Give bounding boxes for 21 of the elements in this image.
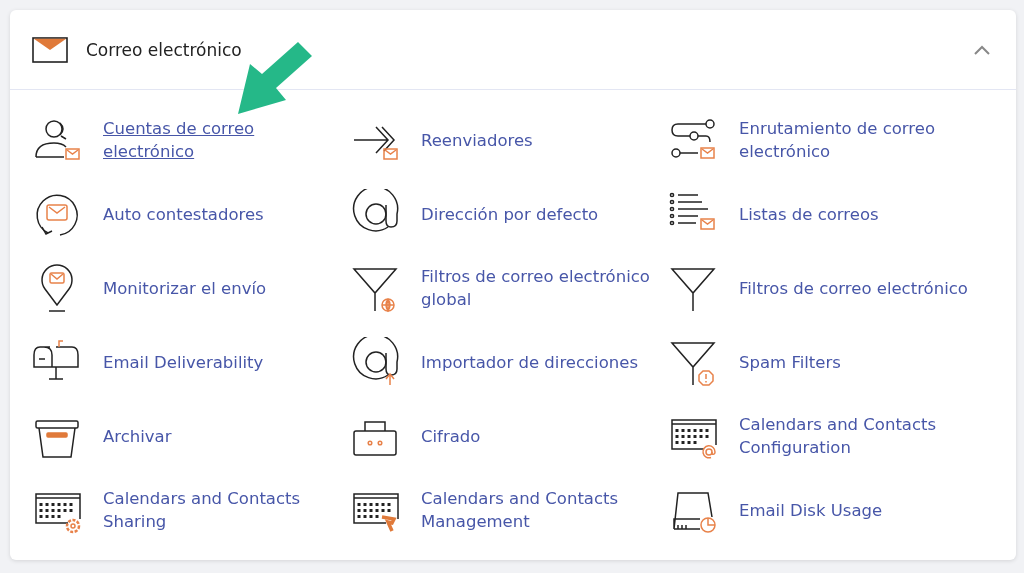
tool-link[interactable]: Email Deliverability: [103, 350, 264, 374]
tool-link[interactable]: Email Disk Usage: [739, 498, 883, 522]
tool-link[interactable]: Listas de correos: [739, 202, 879, 226]
tool-link[interactable]: Cuentas de correo electrónico: [103, 117, 350, 163]
section-title: Correo electrónico: [86, 39, 242, 60]
tool-link[interactable]: Calendars and Contacts Configuration: [739, 413, 989, 459]
tool-link[interactable]: Spam Filters: [739, 350, 841, 374]
at-arrow-icon[interactable]: [350, 337, 400, 387]
envelope-icon: [32, 36, 68, 63]
tool-link[interactable]: Monitorizar el envío: [103, 276, 267, 300]
tool-link[interactable]: Auto contestadores: [103, 202, 264, 226]
tool-link[interactable]: Archivar: [103, 424, 172, 448]
tool-link[interactable]: Filtros de correo electrónico: [739, 276, 968, 300]
tool-link[interactable]: Calendars and Contacts Management: [421, 487, 668, 533]
tool-link[interactable]: Calendars and Contacts Sharing: [103, 487, 350, 533]
tool-link[interactable]: Filtros de correo electrónico global: [421, 265, 668, 311]
tool-link[interactable]: Reenviadores: [421, 128, 533, 152]
tool-link[interactable]: Dirección por defecto: [421, 202, 599, 226]
tool-link[interactable]: Importador de direcciones: [421, 350, 638, 374]
tool-link[interactable]: Enrutamiento de correo electrónico: [739, 117, 989, 163]
tool-link[interactable]: Cifrado: [421, 424, 481, 448]
